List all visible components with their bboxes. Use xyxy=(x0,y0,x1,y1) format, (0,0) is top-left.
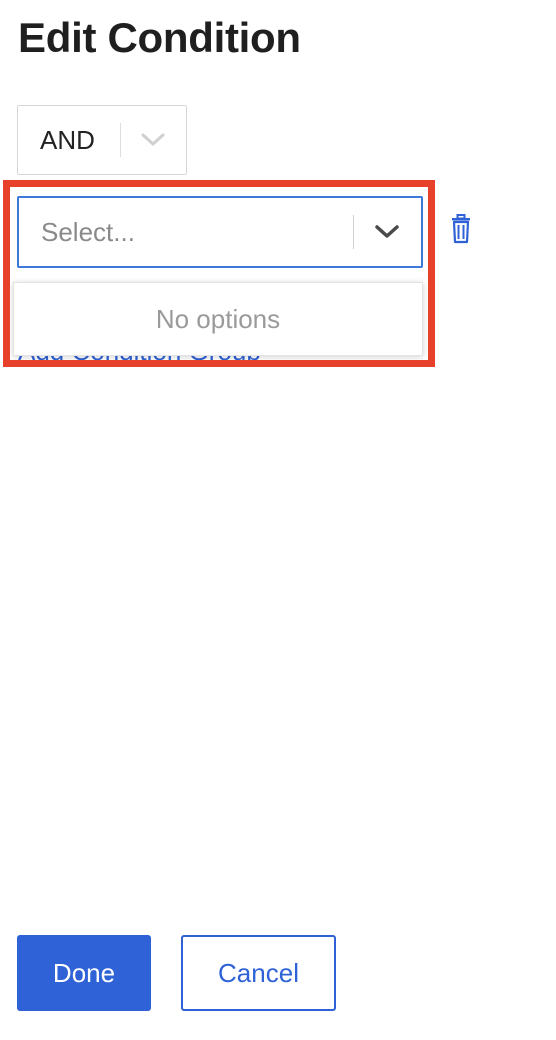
field-select-placeholder: Select... xyxy=(41,216,135,247)
chevron-down-icon[interactable] xyxy=(140,132,166,148)
edit-condition-page: Edit Condition AND Add Condition Group S… xyxy=(0,0,556,1040)
operator-value: AND xyxy=(40,124,95,155)
operator-select[interactable]: AND xyxy=(17,105,187,175)
done-button[interactable]: Done xyxy=(17,935,151,1011)
field-select-menu: No options xyxy=(13,282,423,356)
page-title: Edit Condition xyxy=(18,14,301,61)
field-select-divider xyxy=(353,215,354,249)
cancel-button[interactable]: Cancel xyxy=(181,935,336,1011)
operator-select-divider xyxy=(120,123,121,157)
no-options-message: No options xyxy=(155,303,281,334)
condition-field-select[interactable]: Select... xyxy=(17,196,423,268)
chevron-down-icon[interactable] xyxy=(373,223,401,241)
trash-icon xyxy=(452,214,470,244)
delete-condition-button[interactable] xyxy=(449,214,473,244)
